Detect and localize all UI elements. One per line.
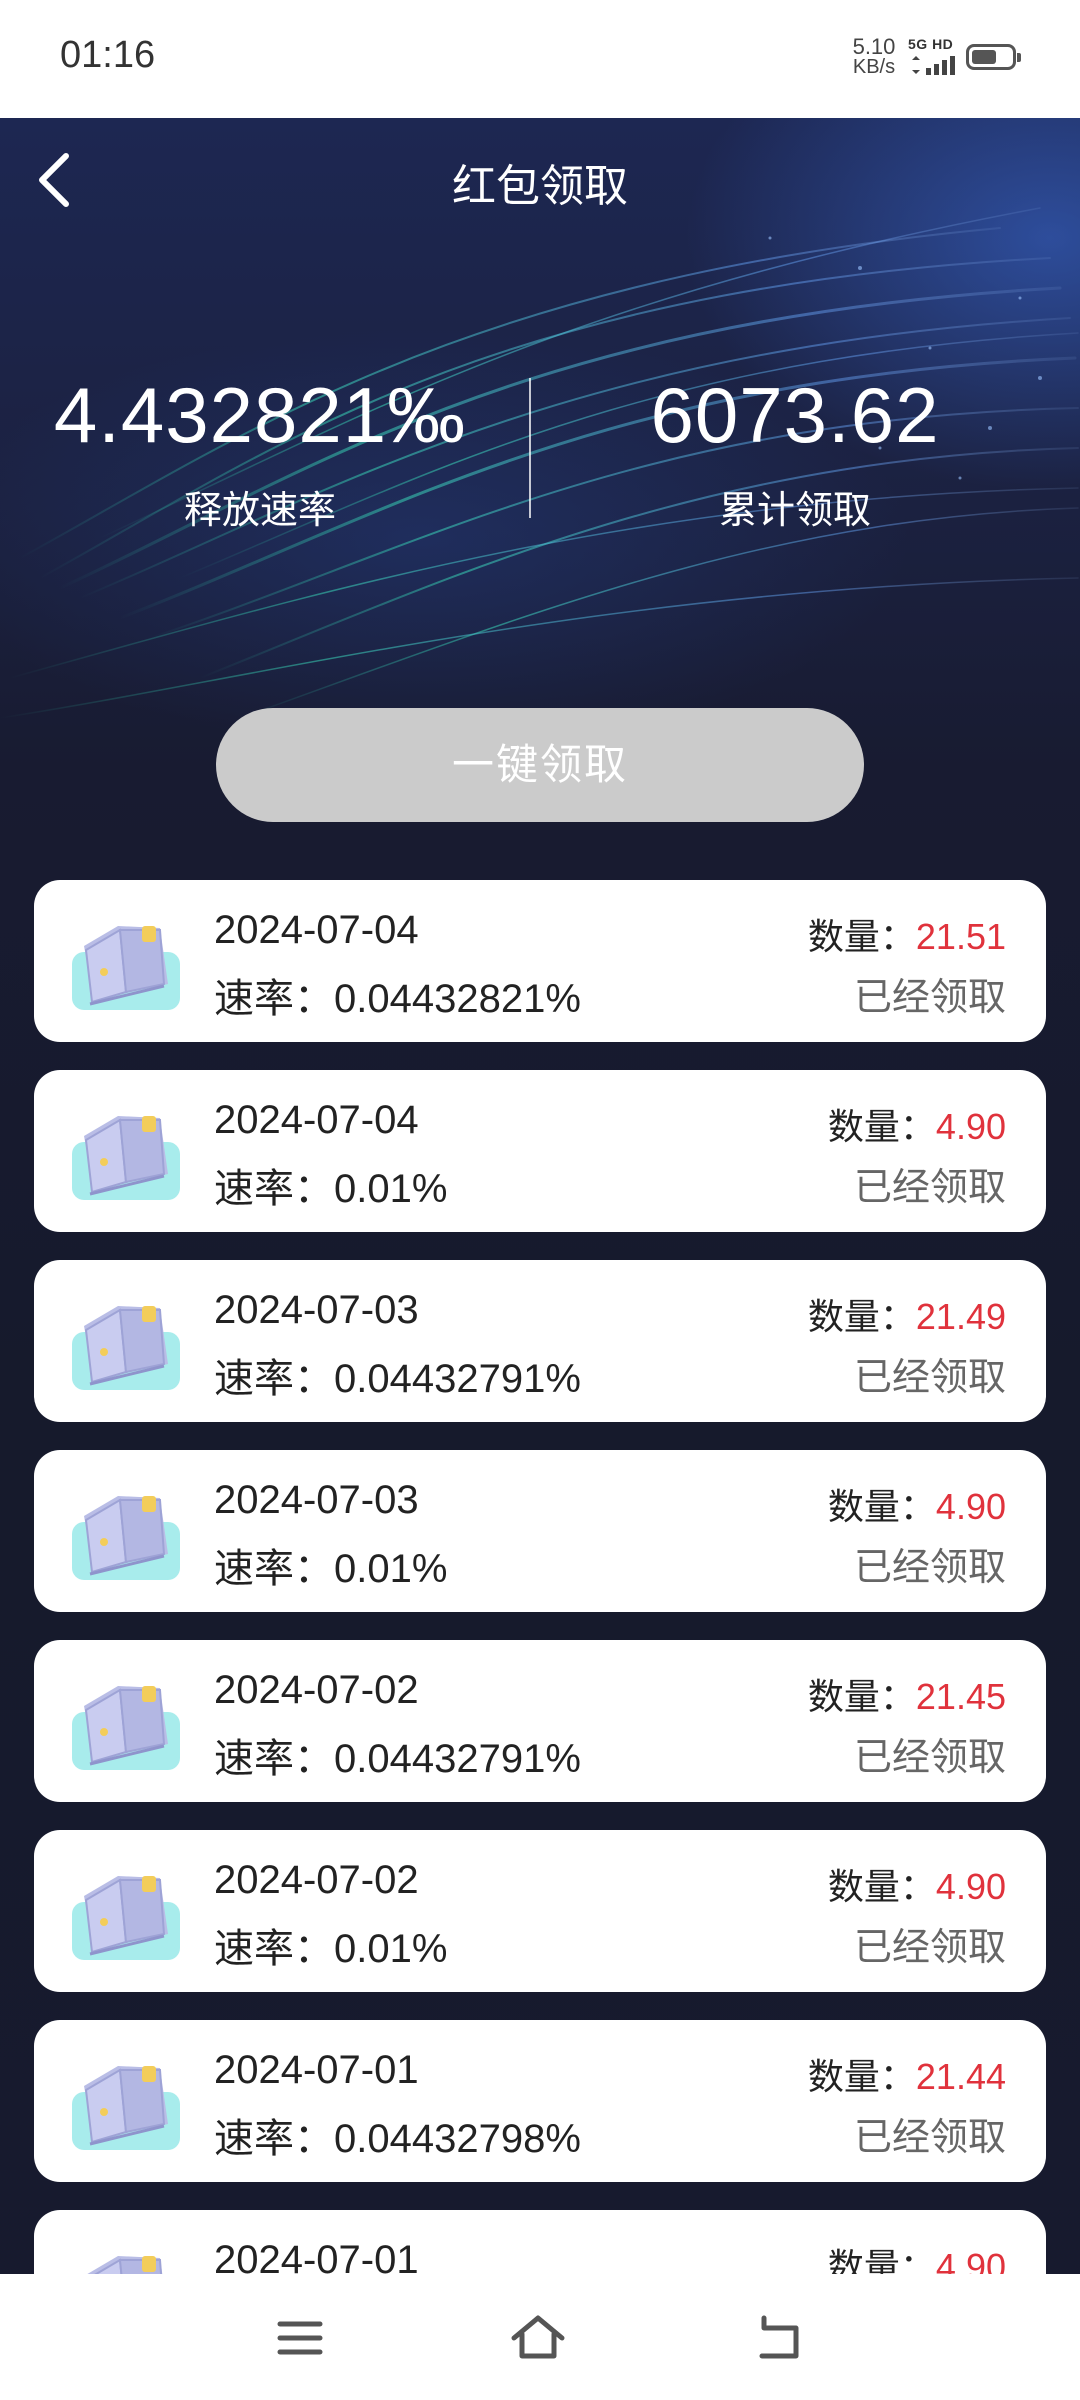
status-time: 01:16	[60, 34, 156, 76]
record-date: 2024-07-01	[214, 2048, 419, 2092]
quantity-label: 数量：	[807, 916, 916, 957]
record-quantity: 数量：4.90	[828, 1098, 1006, 1150]
quantity-label: 数量：	[807, 1296, 916, 1337]
record-card: 2024-07-04 速率：0.01% 数量：4.90 已经领取	[34, 1070, 1046, 1232]
record-rate: 速率：0.01%	[214, 1927, 448, 1971]
record-status: 已经领取	[853, 1357, 1006, 1399]
record-rate: 速率：0.04432791%	[214, 1357, 581, 1401]
status-bar: 01:16 5.10 KB/s 5G HD	[0, 0, 1080, 118]
signal-icon: 5G HD	[908, 36, 960, 76]
record-card: 2024-07-04 速率：0.04432821% 数量：21.51 已经领取	[34, 880, 1046, 1042]
record-rate: 速率：0.01%	[214, 1547, 448, 1591]
total-claimed-stat: 6073.62 累计领取	[570, 370, 1020, 534]
total-claimed-label: 累计领取	[718, 490, 871, 532]
record-card: 2024-07-02 速率：0.04432791% 数量：21.45 已经领取	[34, 1640, 1046, 1802]
record-date: 2024-07-04	[214, 908, 419, 952]
page-title: 红包领取	[452, 162, 628, 211]
record-quantity: 数量：21.44	[808, 2048, 1006, 2100]
quantity-value: 21.51	[915, 916, 1006, 957]
record-rate: 速率：0.01%	[214, 1167, 448, 1211]
wallet-icon	[70, 1114, 182, 1202]
wallet-icon	[70, 924, 182, 1012]
record-status: 已经领取	[853, 1927, 1006, 1969]
network-type: 5G HD	[908, 36, 954, 52]
quantity-value: 21.44	[915, 2056, 1006, 2097]
quantity-label: 数量：	[807, 2056, 916, 2097]
network-speed: 5.10 KB/s	[848, 36, 900, 78]
record-status: 已经领取	[853, 2117, 1006, 2159]
record-date: 2024-07-03	[214, 1288, 419, 1332]
record-rate: 速率：0.04432821%	[214, 977, 581, 1021]
system-navigation-bar	[0, 2274, 1080, 2400]
wallet-icon	[70, 2064, 182, 2152]
record-date: 2024-07-02	[214, 1668, 419, 1712]
release-rate-label: 释放速率	[183, 490, 336, 532]
record-quantity: 数量：21.51	[808, 908, 1006, 960]
quantity-label: 数量：	[827, 1486, 936, 1527]
record-status: 已经领取	[853, 1167, 1006, 1209]
record-card: 2024-07-02 速率：0.01% 数量：4.90 已经领取	[34, 1830, 1046, 1992]
wallet-icon	[70, 1684, 182, 1772]
release-rate-stat: 4.432821‰ 释放速率	[40, 370, 480, 534]
quantity-value: 21.45	[915, 1676, 1006, 1717]
record-quantity: 数量：21.49	[808, 1288, 1006, 1340]
record-date: 2024-07-04	[214, 1098, 419, 1142]
total-claimed-value: 6073.62	[650, 371, 940, 459]
stats-divider	[529, 378, 531, 518]
wallet-icon	[70, 1304, 182, 1392]
return-icon[interactable]	[750, 2308, 810, 2368]
quantity-label: 数量：	[827, 1866, 936, 1907]
quantity-value: 21.49	[915, 1296, 1006, 1337]
record-card: 2024-07-03 速率：0.04432791% 数量：21.49 已经领取	[34, 1260, 1046, 1422]
quantity-value: 4.90	[935, 1866, 1006, 1907]
record-quantity: 数量：21.45	[808, 1668, 1006, 1720]
record-rate: 速率：0.04432791%	[214, 1737, 581, 1781]
record-status: 已经领取	[853, 1547, 1006, 1589]
record-quantity: 数量：4.90	[828, 1478, 1006, 1530]
wallet-icon	[70, 1874, 182, 1962]
battery-icon	[966, 44, 1021, 70]
menu-icon[interactable]	[270, 2308, 330, 2368]
record-card: 2024-07-01 速率：0.04432798% 数量：21.44 已经领取	[34, 2020, 1046, 2182]
record-status: 已经领取	[853, 977, 1006, 1019]
network-speed-unit: KB/s	[852, 56, 896, 78]
claim-all-button[interactable]: 一键领取	[216, 708, 864, 822]
record-rate: 速率：0.04432798%	[214, 2117, 581, 2161]
record-card: 2024-07-03 速率：0.01% 数量：4.90 已经领取	[34, 1450, 1046, 1612]
quantity-label: 数量：	[807, 1676, 916, 1717]
quantity-label: 数量：	[827, 1106, 936, 1147]
record-date: 2024-07-02	[214, 1858, 419, 1902]
record-date: 2024-07-03	[214, 1478, 419, 1522]
home-icon[interactable]	[508, 2308, 568, 2368]
wallet-icon	[70, 1494, 182, 1582]
release-rate-value: 4.432821‰	[53, 371, 467, 459]
record-list: 2024-07-04 速率：0.04432821% 数量：21.51 已经领取 …	[34, 880, 1046, 2400]
record-quantity: 数量：4.90	[828, 1858, 1006, 1910]
record-status: 已经领取	[853, 1737, 1006, 1779]
quantity-value: 4.90	[935, 1106, 1006, 1147]
quantity-value: 4.90	[935, 1486, 1006, 1527]
network-speed-value: 5.10	[852, 34, 896, 59]
